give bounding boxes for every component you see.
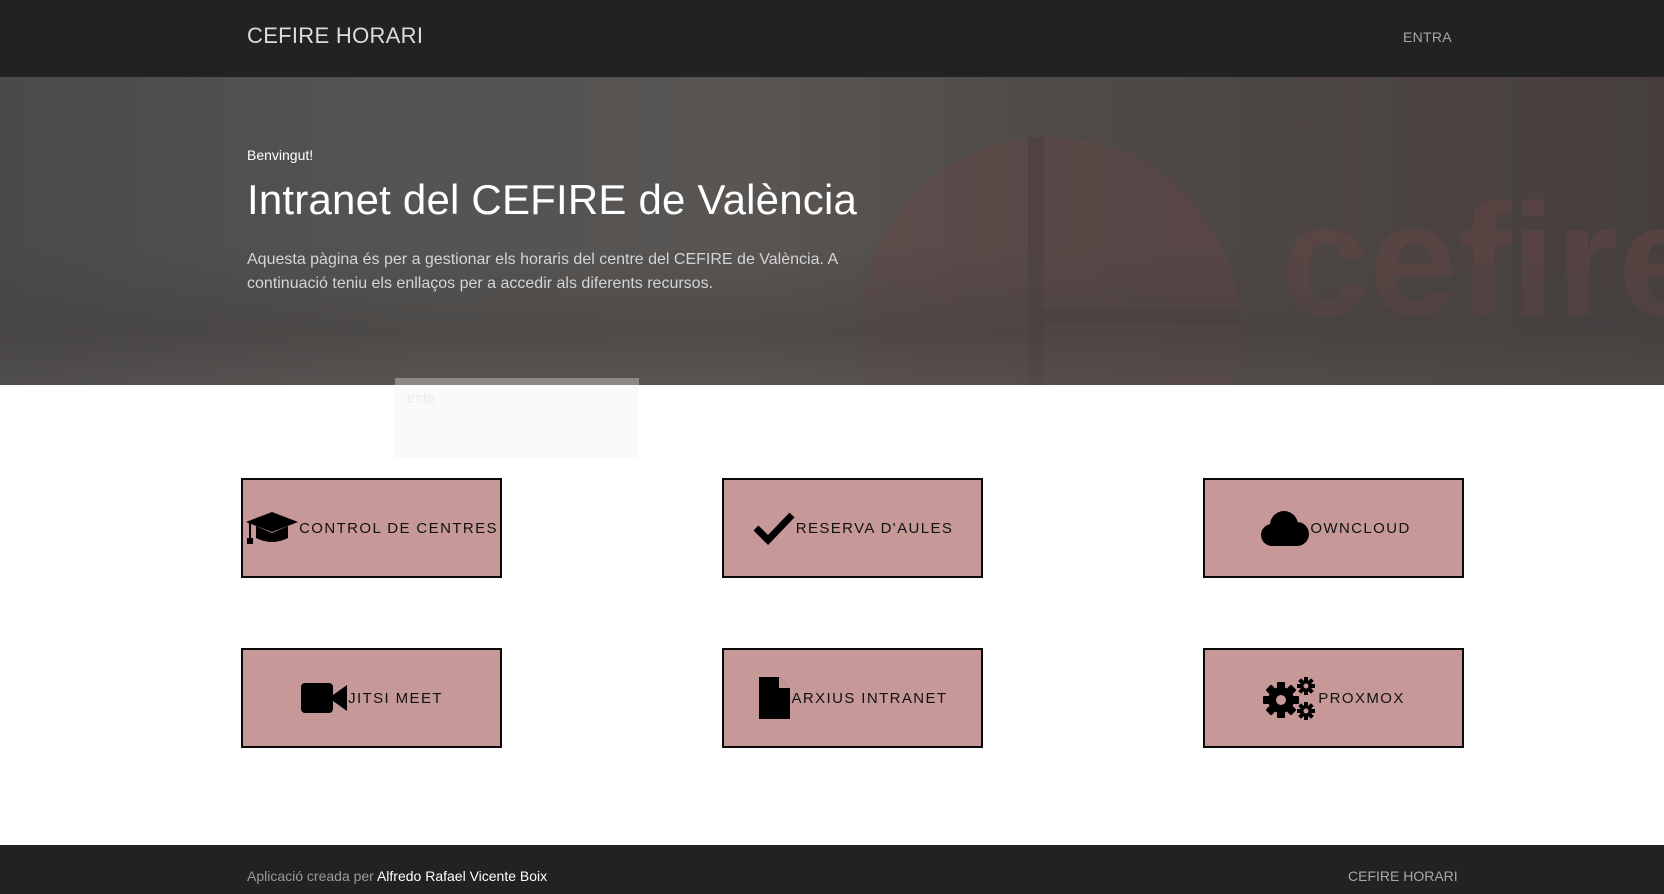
footer-brand-link[interactable]: CEFIRE HORARI	[1348, 868, 1458, 884]
hero-banner: cefire Benvingut! Intranet del CEFIRE de…	[0, 77, 1664, 385]
card-owncloud[interactable]: OWNCLOUD	[1203, 478, 1464, 578]
login-link[interactable]: ENTRA	[1403, 29, 1452, 45]
card-control-de-centres[interactable]: CONTROL DE CENTRES	[241, 478, 502, 578]
card-label: PROXMOX	[1318, 689, 1405, 707]
card-jitsi-meet[interactable]: JITSI MEET	[241, 648, 502, 748]
footer: Aplicació creada per Alfredo Rafael Vice…	[0, 845, 1664, 894]
card-arxius-intranet[interactable]: ARXIUS INTRANET	[722, 648, 983, 748]
gears-icon	[1262, 675, 1318, 721]
brand-link[interactable]: CEFIRE HORARI	[247, 23, 423, 49]
cloud-icon	[1256, 509, 1310, 547]
card-label: JITSI MEET	[348, 689, 443, 707]
hero-description: Aquesta pàgina és per a gestionar els ho…	[247, 251, 838, 292]
top-navbar: CEFIRE HORARI ENTRA	[0, 0, 1664, 77]
footer-credit-prefix: Aplicació creada per	[247, 868, 377, 884]
video-camera-icon	[300, 681, 348, 715]
card-label: CONTROL DE CENTRES	[299, 519, 498, 537]
author-link[interactable]: Alfredo Rafael Vicente Boix	[377, 868, 547, 884]
graduation-cap-icon	[245, 511, 299, 545]
card-label: RESERVA D'AULES	[795, 519, 954, 537]
faded-widget-text: este	[407, 390, 436, 407]
page-title: Intranet del CEFIRE de València	[247, 176, 858, 223]
footer-credit: Aplicació creada per Alfredo Rafael Vice…	[247, 868, 547, 884]
card-reserva-daules[interactable]: RESERVA D'AULES	[722, 478, 983, 578]
card-label: ARXIUS INTRANET	[791, 689, 948, 707]
hero-greeting: Benvingut!	[247, 147, 314, 163]
card-label: OWNCLOUD	[1310, 519, 1411, 537]
card-proxmox[interactable]: PROXMOX	[1203, 648, 1464, 748]
checkmark-icon	[752, 511, 796, 545]
file-icon	[757, 676, 791, 720]
